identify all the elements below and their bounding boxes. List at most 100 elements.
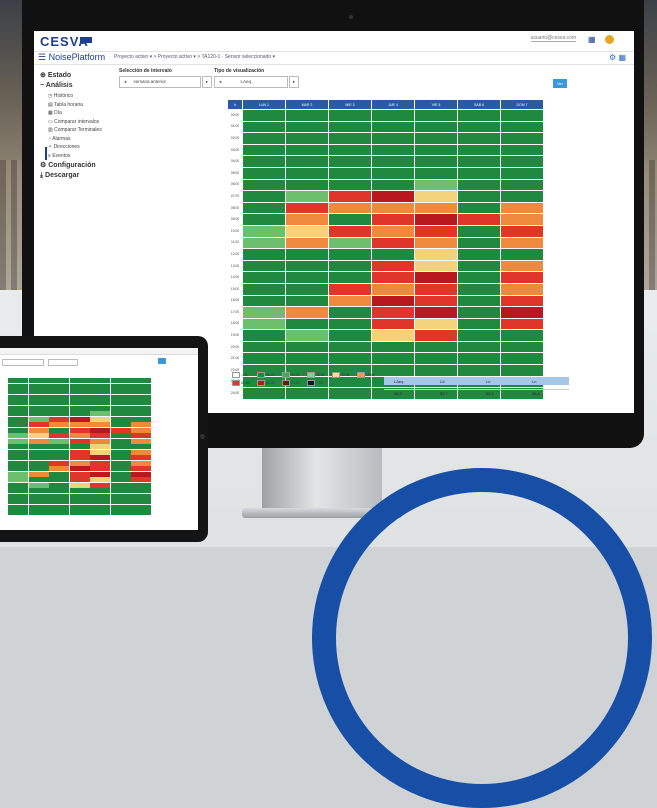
- heatmap-cell[interactable]: [414, 294, 458, 308]
- heatmap-cell[interactable]: [285, 259, 329, 273]
- heatmap-cell[interactable]: [414, 143, 458, 157]
- sidebar-item-análisis[interactable]: − Análisis: [40, 82, 73, 89]
- heatmap-cell[interactable]: [500, 109, 544, 122]
- heatmap-cell[interactable]: [500, 166, 544, 180]
- heatmap-cell[interactable]: [457, 306, 501, 319]
- heatmap-cell[interactable]: [457, 132, 501, 145]
- heatmap-cell[interactable]: [371, 306, 415, 319]
- heatmap-cell[interactable]: [328, 190, 372, 203]
- heatmap-cell[interactable]: [328, 317, 372, 331]
- heatmap-cell[interactable]: [457, 109, 501, 122]
- heatmap-cell[interactable]: [328, 213, 372, 226]
- heatmap-cell[interactable]: [414, 132, 458, 145]
- heatmap-cell[interactable]: [500, 120, 544, 134]
- heatmap-cell[interactable]: [285, 224, 329, 238]
- sidebar-item-descargar[interactable]: ⤓ Descargar: [40, 172, 79, 180]
- tablet-view-button[interactable]: [158, 358, 166, 364]
- heatmap-cell[interactable]: [457, 317, 501, 331]
- heatmap-cell[interactable]: [242, 329, 286, 342]
- heatmap-cell[interactable]: [414, 306, 458, 319]
- heatmap-cell[interactable]: [242, 352, 286, 366]
- heatmap-cell[interactable]: [285, 317, 329, 331]
- heatmap-cell[interactable]: [500, 294, 544, 308]
- heatmap-cell[interactable]: [285, 143, 329, 157]
- heatmap-cell[interactable]: [328, 352, 372, 366]
- next-arrow-icon[interactable]: ▸: [202, 76, 212, 88]
- heatmap-cell[interactable]: [242, 317, 286, 331]
- heatmap-cell[interactable]: [500, 143, 544, 157]
- sidebar-item-comparar-intervalos[interactable]: ▭ Comparar intervalos: [48, 119, 99, 125]
- heatmap-cell[interactable]: [285, 248, 329, 261]
- heatmap-cell[interactable]: [285, 155, 329, 168]
- heatmap-cell[interactable]: [242, 109, 286, 122]
- heatmap-cell[interactable]: [328, 178, 372, 192]
- heatmap-cell[interactable]: [285, 190, 329, 203]
- heatmap-cell[interactable]: [414, 248, 458, 261]
- heatmap-cell[interactable]: [242, 178, 286, 192]
- heatmap-cell[interactable]: [328, 109, 372, 122]
- heatmap-cell[interactable]: [457, 248, 501, 261]
- heatmap-cell[interactable]: [285, 329, 329, 342]
- heatmap-cell[interactable]: [242, 166, 286, 180]
- heatmap-cell[interactable]: [500, 282, 544, 296]
- heatmap-cell[interactable]: [371, 329, 415, 342]
- column-header[interactable]: MAR 2: [285, 99, 329, 110]
- heatmap-cell[interactable]: [500, 306, 544, 319]
- type-prev-icon[interactable]: ◂: [215, 79, 221, 84]
- heatmap-cell[interactable]: [285, 352, 329, 366]
- heatmap-cell[interactable]: [285, 340, 329, 354]
- heatmap-cell[interactable]: [285, 166, 329, 180]
- heatmap-cell[interactable]: [414, 364, 458, 377]
- heatmap-cell[interactable]: [457, 224, 501, 238]
- heatmap-cell[interactable]: [500, 190, 544, 203]
- heatmap-cell[interactable]: [328, 306, 372, 319]
- heatmap-cell[interactable]: [500, 236, 544, 250]
- column-header[interactable]: MIE 3: [328, 99, 372, 110]
- heatmap-cell[interactable]: [457, 329, 501, 342]
- heatmap-cell[interactable]: [371, 155, 415, 168]
- heatmap-cell[interactable]: [242, 224, 286, 238]
- heatmap-cell[interactable]: [328, 236, 372, 250]
- heatmap-cell[interactable]: [457, 294, 501, 308]
- heatmap-cell[interactable]: [414, 120, 458, 134]
- heatmap-cell[interactable]: [371, 340, 415, 354]
- heatmap-cell[interactable]: [457, 340, 501, 354]
- heatmap-cell[interactable]: [457, 282, 501, 296]
- heatmap-cell[interactable]: [414, 236, 458, 250]
- tablet-home-button[interactable]: [200, 434, 205, 439]
- heatmap-cell[interactable]: [371, 201, 415, 215]
- heatmap-cell[interactable]: [414, 282, 458, 296]
- heatmap-cell[interactable]: [328, 248, 372, 261]
- heatmap-cell[interactable]: [285, 236, 329, 250]
- heatmap-cell[interactable]: [371, 109, 415, 122]
- platform-brand[interactable]: ☰ NoisePlatform: [38, 52, 105, 63]
- heatmap-cell[interactable]: [328, 120, 372, 134]
- heatmap-cell[interactable]: [285, 387, 329, 400]
- heatmap-cell[interactable]: [457, 143, 501, 157]
- heatmap-cell[interactable]: [414, 271, 458, 284]
- heatmap-cell[interactable]: [328, 155, 372, 168]
- period-select[interactable]: ◂ semana anterior: [119, 76, 201, 88]
- heatmap-cell[interactable]: [242, 201, 286, 215]
- heatmap-cell[interactable]: [371, 178, 415, 192]
- heatmap-cell[interactable]: [328, 294, 372, 308]
- column-header[interactable]: DOM 7: [500, 99, 544, 110]
- heatmap-cell[interactable]: [500, 201, 544, 215]
- heatmap-cell[interactable]: [242, 340, 286, 354]
- heatmap-cell[interactable]: [371, 190, 415, 203]
- heatmap-cell[interactable]: [285, 294, 329, 308]
- heatmap-cell[interactable]: [328, 387, 372, 400]
- heatmap-cell[interactable]: [500, 340, 544, 354]
- column-header[interactable]: JUE 4: [371, 99, 415, 110]
- column-header[interactable]: VIE 5: [414, 99, 458, 110]
- heatmap-cell[interactable]: [242, 236, 286, 250]
- type-select[interactable]: ◂ LAeq: [214, 76, 288, 88]
- heatmap-cell[interactable]: [414, 155, 458, 168]
- heatmap-cell[interactable]: [414, 109, 458, 122]
- heatmap-cell[interactable]: [285, 178, 329, 192]
- heatmap-cell[interactable]: [371, 352, 415, 366]
- heatmap-cell[interactable]: [414, 166, 458, 180]
- heatmap-cell[interactable]: [414, 259, 458, 273]
- notification-icon[interactable]: [605, 35, 614, 44]
- view-button[interactable]: Ver: [553, 79, 567, 88]
